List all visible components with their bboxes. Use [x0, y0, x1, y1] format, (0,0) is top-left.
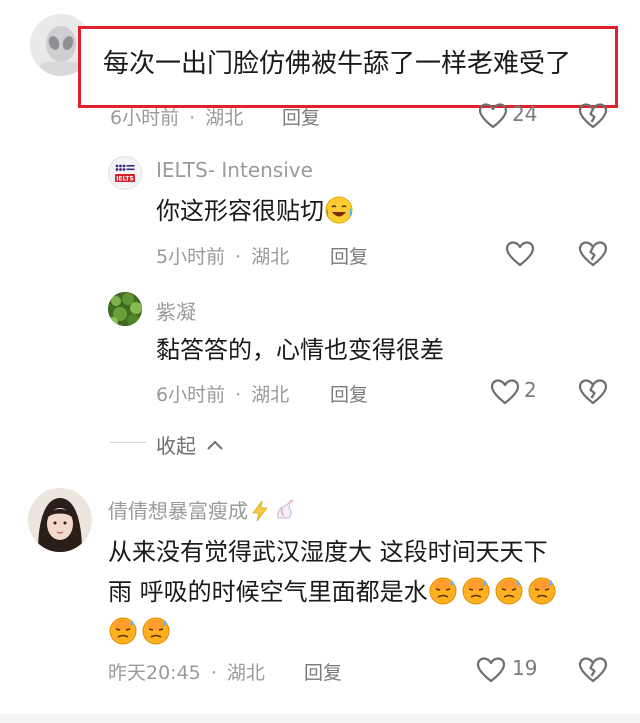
green-plant-avatar-icon: [108, 292, 142, 326]
like-count: 2: [524, 378, 537, 402]
comment-meta: 6小时前 · 湖北: [110, 103, 243, 127]
reply-button[interactable]: 回复: [330, 242, 368, 269]
dislike-button[interactable]: [578, 656, 608, 684]
like-button[interactable]: 19: [476, 656, 546, 684]
like-button[interactable]: 24: [478, 102, 558, 130]
comment-author[interactable]: 紫凝: [156, 296, 196, 325]
comment-time: 5小时前: [156, 246, 226, 268]
avatar[interactable]: IELTS: [108, 156, 142, 190]
hot-sweating-face-emoji-icon: [429, 577, 457, 605]
comment-meta: 6小时前 · 湖北: [156, 380, 289, 407]
broken-heart-icon: [578, 103, 608, 129]
emoji-group: [428, 577, 560, 606]
comment-meta: 昨天20:45 · 湖北: [108, 658, 265, 685]
emoji-group: [108, 612, 608, 652]
comment-text: 每次一出门脸仿佛被牛舔了一样老难受了: [103, 49, 572, 79]
comment-time: 6小时前: [110, 107, 180, 127]
hot-sweating-face-emoji-icon: [528, 577, 556, 605]
svg-text:IELTS: IELTS: [116, 175, 134, 182]
comment-meta: 5小时前 · 湖北: [156, 242, 289, 269]
unicorn-emoji-icon: [277, 500, 294, 519]
comment-text-line-1: 从来没有觉得武汉湿度大 这段时间天天下: [108, 538, 548, 566]
british-council-ielts-logo-icon: IELTS: [115, 164, 135, 182]
comment-time: 6小时前: [156, 384, 226, 406]
collapse-label: 收起: [156, 434, 196, 458]
comment-author-name: 倩倩想暴富瘦成: [108, 499, 248, 523]
comment-text: 黏答答的，心情也变得很差: [156, 336, 444, 364]
comment-time: 昨天20:45: [108, 662, 201, 684]
comment-text: 从来没有觉得武汉湿度大 这段时间天天下 雨 呼吸的时候空气里面都是水: [108, 532, 608, 652]
reply-button[interactable]: 回复: [304, 658, 342, 685]
comment-text-line-2-content: 雨 呼吸的时候空气里面都是水: [108, 578, 428, 606]
avatar[interactable]: [28, 488, 92, 552]
broken-heart-icon: [578, 379, 608, 405]
reply-button[interactable]: 回复: [282, 103, 320, 127]
collapse-divider: [110, 442, 146, 443]
hot-sweating-face-emoji-icon: [142, 617, 170, 645]
comment-location: 湖北: [226, 662, 265, 684]
comment-text-content: 你这形容很贴切: [156, 197, 324, 225]
comment-author[interactable]: IELTS- Intensive: [156, 158, 313, 182]
heart-icon: [490, 379, 520, 405]
avatar[interactable]: [108, 292, 142, 326]
dislike-button[interactable]: [578, 240, 608, 268]
like-count: 24: [512, 102, 538, 126]
next-item-edge: [0, 714, 640, 723]
heart-icon: [505, 241, 535, 267]
crying-laughing-emoji-icon: [325, 196, 353, 224]
chevron-up-icon: [207, 440, 224, 450]
lightning-emoji-icon: [252, 500, 268, 522]
broken-heart-icon: [578, 657, 608, 683]
reply-button[interactable]: 回复: [330, 380, 368, 407]
like-count: 19: [512, 656, 538, 680]
meta-separator: ·: [210, 662, 217, 684]
meta-separator: ·: [235, 384, 242, 406]
dislike-button[interactable]: [578, 378, 608, 406]
heart-icon: [476, 657, 506, 683]
comment-location: 湖北: [205, 107, 244, 127]
meta-separator: ·: [189, 107, 196, 127]
hot-sweating-face-emoji-icon: [495, 577, 523, 605]
meta-separator: ·: [235, 246, 242, 268]
hot-sweating-face-emoji-icon: [462, 577, 490, 605]
like-button[interactable]: [505, 240, 535, 268]
like-button[interactable]: 2: [490, 378, 550, 406]
comment-location: 湖北: [251, 384, 290, 406]
comment-location: 湖北: [251, 246, 290, 268]
dislike-button[interactable]: [578, 102, 608, 130]
hot-sweating-face-emoji-icon: [109, 617, 137, 645]
highlighted-comment-box: 每次一出门脸仿佛被牛舔了一样老难受了: [78, 26, 618, 108]
comment-author[interactable]: 倩倩想暴富瘦成: [108, 495, 297, 524]
broken-heart-icon: [578, 241, 608, 267]
heart-icon: [478, 103, 508, 129]
comment-text: 你这形容很贴切: [156, 191, 357, 231]
girl-photo-avatar-icon: [28, 488, 92, 552]
collapse-replies-button[interactable]: 收起: [156, 430, 224, 459]
comment-text-line-2: 雨 呼吸的时候空气里面都是水: [108, 572, 608, 612]
